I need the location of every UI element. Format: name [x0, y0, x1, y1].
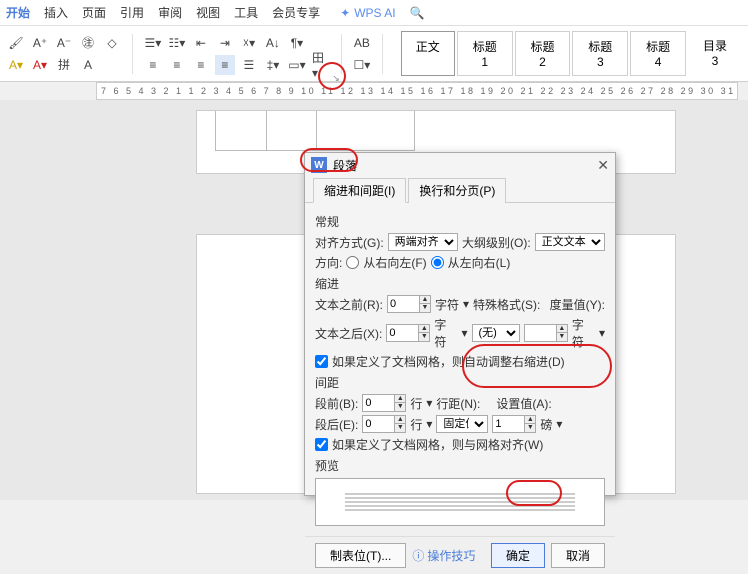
indent-before-spinner[interactable]: ▲▼	[387, 295, 431, 313]
style-h2[interactable]: 标题 2	[515, 31, 571, 76]
line-spacing-label: 行距(N):	[436, 395, 480, 412]
style-h4[interactable]: 标题 4	[630, 31, 686, 76]
menubar: 开始 插入 页面 引用 审阅 视图 工具 会员专享 ✦WPS AI 🔍	[0, 0, 748, 26]
ruler[interactable]: 7 6 5 4 3 2 1 1 2 3 4 5 6 7 8 9 10 11 12…	[96, 82, 738, 100]
info-icon: ⓘ	[412, 547, 424, 564]
align-center-icon[interactable]: ≡	[167, 55, 187, 75]
menu-tab-review[interactable]: 审阅	[158, 4, 182, 21]
dialog-titlebar[interactable]: W 段落 ✕	[305, 153, 615, 177]
shading-icon[interactable]: ▭▾	[287, 55, 307, 75]
unit-char: 字符	[435, 296, 459, 313]
direction-rtl[interactable]: 从右向左(F)	[346, 254, 426, 271]
outline-select[interactable]: 正文文本	[535, 233, 605, 251]
menu-tab-page[interactable]: 页面	[82, 4, 106, 21]
menu-tab-view[interactable]: 视图	[196, 4, 220, 21]
style-gallery: 正文 标题 1 标题 2 标题 3 标题 4 目录 3	[401, 31, 742, 76]
indent-after-label: 文本之后(X):	[315, 325, 382, 342]
alignment-select[interactable]: 两端对齐	[388, 233, 458, 251]
align-right-icon[interactable]: ≡	[191, 55, 211, 75]
unit-pt: 磅	[540, 416, 552, 433]
indent-after-spinner[interactable]: ▲▼	[386, 324, 430, 342]
measure-spinner[interactable]: ▲▼	[524, 324, 568, 342]
tips-link[interactable]: ⓘ操作技巧	[412, 547, 475, 564]
style-toc3[interactable]: 目录 3	[688, 31, 742, 76]
text-direction-icon[interactable]: ☓▾	[239, 33, 259, 53]
font-grow-icon[interactable]: A⁺	[30, 33, 50, 53]
set-value-label: 设置值(A):	[496, 395, 551, 412]
ok-button[interactable]: 确定	[491, 543, 545, 568]
align-left-icon[interactable]: ≡	[143, 55, 163, 75]
close-icon[interactable]: ✕	[597, 157, 609, 174]
wps-ai-button[interactable]: ✦WPS AI	[340, 6, 395, 20]
snap-grid-checkbox[interactable]: 如果定义了文档网格，则与网格对齐(W)	[315, 436, 605, 453]
menu-tab-insert[interactable]: 插入	[44, 4, 68, 21]
numbering-icon[interactable]: ☷▾	[167, 33, 187, 53]
section-spacing: 间距	[315, 374, 605, 391]
emphasis-icon[interactable]: ㊟	[78, 33, 98, 53]
space-after-spinner[interactable]: ▲▼	[362, 415, 406, 433]
auto-indent-checkbox[interactable]: 如果定义了文档网格，则自动调整右缩进(D)	[315, 353, 605, 370]
measure-label: 度量值(Y):	[550, 296, 605, 313]
outline-label: 大纲级别(O):	[462, 234, 531, 251]
menu-tab-reference[interactable]: 引用	[120, 4, 144, 21]
line-spacing-icon[interactable]: ‡▾	[263, 55, 283, 75]
toolbar: 🖌 A⁺ A⁻ ㊟ ◇ A▾ A▾ 拼 A ☰▾ ☷▾ ⇤ ⇥ ☓▾ A↓ ¶▾…	[0, 26, 748, 82]
cancel-button[interactable]: 取消	[551, 543, 605, 568]
clear-format-icon[interactable]: ◇	[102, 33, 122, 53]
unit-line-2: 行	[410, 416, 422, 433]
tab-line-page-breaks[interactable]: 换行和分页(P)	[408, 178, 506, 203]
direction-ltr[interactable]: 从左向右(L)	[431, 254, 511, 271]
style-h3[interactable]: 标题 3	[572, 31, 628, 76]
line-spacing-select[interactable]: 固定值	[436, 415, 488, 433]
font-color-icon[interactable]: A▾	[30, 55, 50, 75]
paragraph-launcher-icon[interactable]: ↘	[326, 68, 346, 88]
unit-line: 行	[410, 395, 422, 412]
sort-icon[interactable]: A↓	[263, 33, 283, 53]
special-format-label: 特殊格式(S):	[473, 296, 540, 313]
font-shrink-icon[interactable]: A⁻	[54, 33, 74, 53]
paragraph-dialog: W 段落 ✕ 缩进和间距(I) 换行和分页(P) 常规 对齐方式(G): 两端对…	[304, 152, 616, 496]
alignment-label: 对齐方式(G):	[315, 234, 384, 251]
char-border-icon[interactable]: A	[78, 55, 98, 75]
app-icon: W	[311, 157, 327, 173]
preview-box	[315, 478, 605, 526]
menu-tab-start[interactable]: 开始	[6, 4, 30, 21]
style-h1[interactable]: 标题 1	[457, 31, 513, 76]
indent-increase-icon[interactable]: ⇥	[215, 33, 235, 53]
bullets-icon[interactable]: ☰▾	[143, 33, 163, 53]
search-icon[interactable]: 🔍	[410, 6, 425, 20]
find-replace-icon[interactable]: AB	[352, 33, 372, 53]
style-normal[interactable]: 正文	[401, 31, 455, 76]
tabs-button[interactable]: 制表位(T)...	[315, 543, 406, 568]
space-after-label: 段后(E):	[315, 416, 358, 433]
indent-decrease-icon[interactable]: ⇤	[191, 33, 211, 53]
section-indent: 缩进	[315, 275, 605, 292]
tab-indent-spacing[interactable]: 缩进和间距(I)	[313, 178, 406, 203]
unit-char-3: 字符	[572, 316, 595, 350]
space-before-spinner[interactable]: ▲▼	[362, 394, 406, 412]
section-preview: 预览	[315, 457, 605, 474]
indent-before-label: 文本之前(R):	[315, 296, 383, 313]
phonetic-icon[interactable]: 拼	[54, 55, 74, 75]
dialog-title: 段落	[333, 157, 357, 174]
direction-label: 方向:	[315, 254, 342, 271]
section-general: 常规	[315, 213, 605, 230]
menu-tab-tools[interactable]: 工具	[234, 4, 258, 21]
space-before-label: 段前(B):	[315, 395, 358, 412]
set-value-spinner[interactable]: ▲▼	[492, 415, 536, 433]
unit-char-2: 字符	[434, 316, 457, 350]
distribute-icon[interactable]: ☰	[239, 55, 259, 75]
ai-icon: ✦	[340, 6, 350, 20]
special-format-select[interactable]: (无)	[472, 324, 520, 342]
highlight-icon[interactable]: A▾	[6, 55, 26, 75]
align-justify-icon[interactable]: ≡	[215, 55, 235, 75]
select-icon[interactable]: ☐▾	[352, 55, 372, 75]
show-marks-icon[interactable]: ¶▾	[287, 33, 307, 53]
format-painter-icon[interactable]: 🖌	[6, 33, 26, 53]
menu-tab-member[interactable]: 会员专享	[272, 4, 320, 21]
